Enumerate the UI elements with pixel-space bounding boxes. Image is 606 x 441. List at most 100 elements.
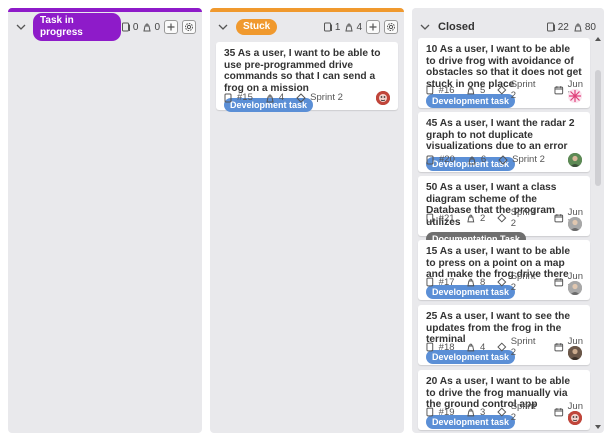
card-meta: #21 2 Sprint 2 Jun 7 (426, 207, 590, 229)
column-stats: 1 4 (323, 20, 398, 34)
avatar[interactable] (568, 346, 582, 360)
calendar-icon (554, 86, 564, 95)
avatar[interactable] (568, 411, 582, 425)
chevron-down-icon[interactable] (418, 20, 432, 34)
card-meta: #20 6 Sprint 2 (426, 154, 545, 165)
calendar-icon (554, 343, 564, 352)
column-header: Task in progress 0 0 (8, 13, 202, 41)
card-ref[interactable]: #18 (439, 342, 455, 353)
card-id-icon (426, 277, 434, 287)
story-points: 4 (479, 341, 486, 353)
column-header: Closed 22 80 (412, 14, 604, 40)
scroll-up-arrow-icon[interactable] (594, 36, 602, 42)
users-count: 80 (584, 21, 596, 33)
users-stat: 4 (344, 22, 362, 33)
chevron-down-icon[interactable] (14, 20, 27, 34)
task-card[interactable]: 15 As a user, I want to be able to press… (418, 240, 590, 300)
column-title-pill: Stuck (236, 19, 278, 35)
card-id-icon (426, 407, 434, 417)
card-ref[interactable]: #16 (439, 85, 455, 96)
story-points: 3 (479, 406, 486, 418)
column-stats: 0 0 (121, 20, 196, 34)
card-ref[interactable]: #19 (439, 407, 455, 418)
task-card[interactable]: 35 As a user, I want to be able to use p… (216, 42, 398, 113)
scroll-down-arrow-icon[interactable] (594, 424, 602, 430)
card-ref[interactable]: #21 (439, 213, 455, 224)
card-id-icon (426, 213, 434, 223)
avatar[interactable] (568, 89, 582, 103)
story-points-stat: 22 (546, 22, 569, 33)
card-meta: #15 4 Sprint 2 (224, 92, 343, 103)
task-card[interactable]: 45 As a user, I want the radar 2 graph t… (418, 112, 590, 172)
task-card[interactable]: 50 As a user, I want a class diagram sch… (418, 176, 590, 247)
column-settings-button[interactable] (182, 20, 196, 34)
weight-icon (467, 278, 475, 287)
weight-icon (468, 156, 476, 164)
avatar[interactable] (568, 217, 582, 231)
column-accent-bar (412, 8, 604, 12)
sprint-label: Sprint 2 (510, 336, 536, 358)
sprint-label: Sprint 2 (310, 92, 343, 103)
gear-icon (387, 23, 395, 31)
gear-icon (185, 23, 193, 31)
calendar-icon (554, 278, 564, 287)
sprint-label: Sprint 2 (510, 271, 536, 293)
card-meta: #19 3 Sprint 2 Jun 3 (426, 401, 590, 423)
task-card[interactable]: 20 As a user, I want to be able to drive… (418, 370, 590, 430)
story-points-stat: 0 (121, 21, 139, 33)
weight-icon (574, 23, 582, 32)
story-points-count: 1 (334, 21, 341, 33)
story-points-count: 0 (132, 21, 139, 33)
card-title[interactable]: 45 As a user, I want the radar 2 graph t… (426, 118, 582, 153)
sprint-icon (497, 213, 507, 223)
weight-icon (143, 23, 152, 32)
story-points: 8 (479, 276, 486, 288)
weight-icon (467, 86, 475, 95)
weight-icon (467, 214, 475, 223)
sprint-label: Sprint 2 (510, 401, 536, 423)
chevron-down-icon[interactable] (216, 20, 230, 34)
column-settings-button[interactable] (384, 20, 398, 34)
card-title[interactable]: 35 As a user, I want to be able to use p… (224, 48, 390, 94)
sprint-icon (296, 92, 306, 103)
calendar-icon (554, 214, 564, 223)
users-stat: 0 (142, 22, 160, 33)
column-stuck: Stuck 1 4 35 As a user, I want to be abl… (210, 8, 404, 433)
weight-icon (345, 23, 354, 32)
sprint-icon (498, 154, 508, 165)
sprint-icon (497, 342, 507, 352)
scrollbar-thumb[interactable] (595, 70, 601, 186)
story-points: 5 (479, 84, 486, 96)
card-count-icon (323, 22, 332, 32)
avatar[interactable] (568, 281, 582, 295)
card-id-icon (426, 85, 434, 95)
card-ref[interactable]: #20 (439, 154, 455, 165)
sprint-label: Sprint 2 (510, 207, 536, 229)
add-card-button[interactable] (164, 20, 178, 34)
avatar[interactable] (376, 91, 390, 105)
task-card[interactable]: 25 As a user, I want to see the updates … (418, 305, 590, 365)
users-count: 0 (154, 21, 160, 33)
weight-icon (266, 94, 274, 102)
column-task-in-progress: Task in progress 0 0 (8, 8, 202, 433)
card-meta: #18 4 Sprint 2 Jun 3 (426, 336, 590, 358)
card-meta: #16 5 Sprint 2 Jun 7 (426, 79, 590, 101)
card-ref[interactable]: #17 (439, 277, 455, 288)
card-id-icon (224, 93, 232, 102)
sprint-icon (497, 407, 507, 417)
story-points: 4 (278, 92, 285, 103)
add-card-button[interactable] (366, 20, 380, 34)
card-meta: #17 8 Sprint 2 Jun 3 (426, 271, 590, 293)
users-stat: 80 (573, 22, 596, 33)
task-card[interactable]: 10 As a user, I want to be able to drive… (418, 38, 590, 109)
column-closed: Closed 22 80 10 As a user, I want to be … (412, 8, 604, 433)
avatar[interactable] (568, 153, 582, 167)
weight-icon (467, 408, 475, 417)
sprint-icon (497, 277, 507, 287)
card-ref[interactable]: #15 (237, 92, 253, 103)
column-title: Closed (438, 21, 475, 33)
card-count-icon (121, 22, 130, 32)
story-points: 2 (479, 212, 486, 224)
sprint-label: Sprint 2 (512, 154, 545, 165)
card-id-icon (426, 155, 434, 164)
